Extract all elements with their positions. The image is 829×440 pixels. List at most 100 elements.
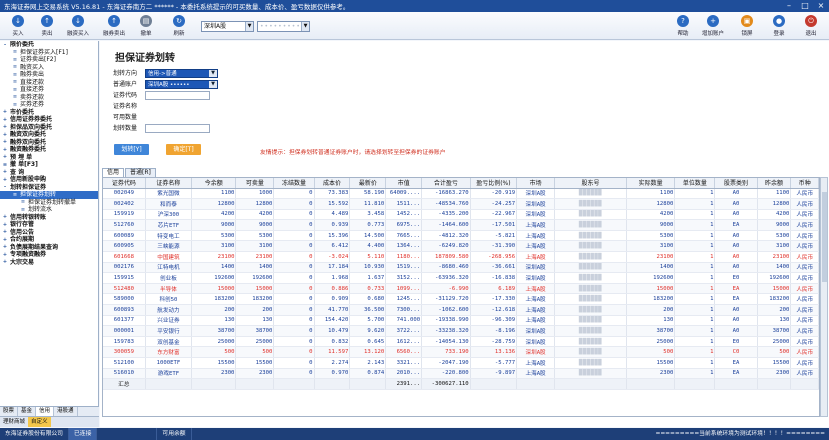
column-header[interactable]: 今余额 — [191, 178, 237, 189]
login-button[interactable]: ● 登录 — [765, 13, 793, 39]
tab-credit[interactable]: 信用 — [36, 407, 55, 416]
lock-screen-button[interactable]: ▣ 锁屏 — [733, 13, 761, 39]
column-header[interactable]: 冻结数量 — [273, 178, 315, 189]
column-header[interactable]: 股票类别 — [714, 178, 758, 189]
table-row[interactable]: 159783 双创基金 25000 25000 0 0.832 0.645 1612... -1… — [103, 336, 819, 348]
sidebar-item[interactable]: + 担保品双向委托 — [0, 124, 98, 132]
tab-hk-connect[interactable]: 港股通 — [54, 407, 78, 416]
table-row[interactable]: 000001 平安银行 38700 38700 0 10.479 9.620 3722... -… — [103, 325, 819, 337]
sidebar-item[interactable]: + 融券双向委托 — [0, 139, 98, 147]
table-row[interactable]: 159915 创业板 192600 192600 0 1.968 1.637 3152... -… — [103, 272, 819, 284]
column-header[interactable]: 盈亏比例(%) — [470, 178, 518, 189]
minimize-icon[interactable]: – — [781, 0, 797, 12]
wealth-mall-link[interactable]: 理财商城 — [0, 417, 28, 427]
column-header[interactable]: 合计盈亏 — [421, 178, 471, 189]
margin-buy-button[interactable]: ↓ 融资买入 — [64, 13, 92, 39]
tab-stocks[interactable]: 股票 — [0, 407, 19, 416]
confirm-button[interactable]: 确定[T] — [166, 144, 201, 155]
table-row[interactable]: 516010 游戏ETF 2300 2300 0 0.970 0.874 2010... -22… — [103, 368, 819, 380]
sidebar-item[interactable]: ≡ 融资买入 — [0, 64, 98, 72]
column-header[interactable]: 币种 — [790, 178, 819, 189]
sidebar-item[interactable]: + 信用新股申购 — [0, 176, 98, 184]
table-row[interactable]: 512100 1000ETF 15500 15500 0 2.274 2.143 3321..… — [103, 357, 819, 369]
sidebar-item[interactable]: + 信用证券券委托 — [0, 116, 98, 124]
table-cell: 25000 — [235, 336, 275, 348]
sidebar-item[interactable]: ≡ 担保证券划转 — [0, 191, 98, 199]
sidebar-item[interactable]: + 银行存管 — [0, 221, 98, 229]
refresh-button[interactable]: ↻ 刷新 — [165, 13, 193, 39]
buy-button[interactable]: ↓ 买入 — [4, 13, 32, 39]
sidebar-item[interactable]: + 融资双向委托 — [0, 131, 98, 139]
table-row[interactable]: 002176 江特电机 1400 1400 0 17.184 10.930 1519... -8… — [103, 262, 819, 274]
sidebar-item[interactable]: ≡ 划转流水 — [0, 206, 98, 214]
column-header[interactable]: 可卖量 — [235, 178, 275, 189]
sidebar-item[interactable]: + 负债展期结果查询 — [0, 244, 98, 252]
table-row[interactable]: 512760 芯片ETF 9000 9000 0 0.939 0.773 6975... -14… — [103, 219, 819, 231]
qty-input[interactable] — [145, 124, 210, 133]
vertical-scrollbar[interactable] — [820, 177, 828, 417]
table-cell: 4.489 — [314, 209, 351, 221]
help-button[interactable]: ? 帮助 — [669, 13, 697, 39]
sell-button[interactable]: ↑ 卖出 — [33, 13, 61, 39]
sidebar-item[interactable]: + 信用转银转账 — [0, 214, 98, 222]
sidebar-item[interactable]: + 大宗交易 — [0, 259, 98, 267]
sidebar-item[interactable]: ≡ 买券还券 — [0, 101, 98, 109]
exit-button[interactable]: ⏻ 退出 — [797, 13, 825, 39]
column-header[interactable]: 实际数量 — [626, 178, 676, 189]
sidebar-item[interactable]: ≡ 撤 单[F3] — [0, 161, 98, 169]
table-row[interactable]: 601377 兴业证券 130 130 0 154.420 5.700 741.000 -193… — [103, 315, 819, 327]
sidebar-item[interactable]: + 市价委托 — [0, 109, 98, 117]
sidebar-item[interactable]: ≡ 担保证券买入[F1] — [0, 49, 98, 57]
table-row[interactable]: 300059 东方财富 500 500 0 11.597 13.120 6560... 733.… — [103, 346, 819, 358]
sidebar-item-label: 融券卖出 — [20, 71, 45, 78]
sidebar-item[interactable]: ≡ 担保证券划转撤单 — [0, 199, 98, 207]
column-header[interactable]: 股东号 — [554, 178, 627, 189]
short-sell-button[interactable]: ↑ 融券卖出 — [100, 13, 128, 39]
column-header[interactable]: 证券代码 — [103, 178, 146, 189]
sidebar-item[interactable]: + 预 埋 单 — [0, 154, 98, 162]
sidebar-item[interactable]: ≡ 卖券还款 — [0, 94, 98, 102]
add-account-button[interactable]: + 增加账户 — [699, 13, 727, 39]
column-header[interactable]: 证券名称 — [145, 178, 193, 189]
table-row[interactable]: 159919 沪深300 4200 4200 0 4.489 3.458 1452... -43… — [103, 209, 819, 221]
scroll-thumb[interactable] — [822, 192, 827, 282]
table-row[interactable]: 600893 航发动力 200 200 0 41.770 36.500 7300... -106… — [103, 304, 819, 316]
tab-funds[interactable]: 基金 — [18, 407, 37, 416]
table-row[interactable]: 002049 紫光国微 1100 1000 0 73.383 58.190 64009....… — [103, 188, 819, 200]
sidebar-item[interactable]: - 划转担保证券 — [0, 184, 98, 192]
sidebar-item[interactable]: ≡ 直接还款 — [0, 79, 98, 87]
sidebar-item[interactable]: + 信用公告 — [0, 229, 98, 237]
sidebar-item[interactable]: - 限价委托 — [0, 41, 98, 49]
code-input[interactable] — [145, 91, 210, 100]
table-row[interactable]: 002402 和而泰 12800 12800 0 15.592 11.810 1511... -… — [103, 198, 819, 210]
sidebar-item[interactable]: ≡ 融券卖出 — [0, 71, 98, 79]
sidebar-item[interactable]: + 融资融券委托 — [0, 146, 98, 154]
sidebar-item[interactable]: + 合约展期 — [0, 236, 98, 244]
cancel-order-button[interactable]: ▤ 撤单 — [132, 13, 160, 39]
close-icon[interactable]: × — [813, 0, 829, 12]
sidebar-item[interactable]: + 专项融资融券 — [0, 251, 98, 259]
table-row[interactable]: 601668 中国建筑 23100 23100 0 -3.024 5.110 1180... 1… — [103, 251, 819, 263]
column-header[interactable]: 最新价 — [349, 178, 387, 189]
maximize-icon[interactable]: □ — [797, 0, 813, 12]
column-header[interactable]: 昨余额 — [757, 178, 792, 189]
table-row[interactable]: 600089 特变电工 5300 5300 0 15.396 14.500 7665... -4… — [103, 230, 819, 242]
column-header[interactable]: 成本价 — [314, 178, 351, 189]
table-row[interactable]: 512480 半导体 15000 15000 0 0.886 0.733 1099... -6.… — [103, 283, 819, 295]
tab-credit-holdings[interactable]: 信用 — [102, 168, 125, 177]
transfer-button[interactable]: 划转[Y] — [114, 144, 149, 155]
table-row[interactable]: 589000 科创50 183200 183200 0 0.909 0.680 1245...… — [103, 293, 819, 306]
sidebar-item[interactable]: ≡ 证券卖出[F2] — [0, 56, 98, 64]
column-header[interactable]: 市场 — [516, 178, 556, 189]
column-header[interactable]: 市值 — [385, 178, 423, 189]
direction-select[interactable]: 信用->普通 ▼ — [145, 69, 218, 78]
account-select-field[interactable]: 深圳A股 •••••• ▼ — [145, 80, 218, 89]
market-select[interactable]: 深圳A股 ▼ — [201, 21, 254, 32]
table-row[interactable]: 600905 三峡能源 3100 3100 0 6.412 4.400 1364... -624… — [103, 240, 819, 253]
column-header[interactable]: 单位数量 — [674, 178, 716, 189]
tab-normal-holdings[interactable]: 普通[R] — [125, 168, 156, 177]
account-select[interactable]: •••••••••• ▼ — [257, 21, 310, 32]
sidebar-item[interactable]: + 查 询 — [0, 169, 98, 177]
custom-link[interactable]: 自定义 — [28, 417, 51, 427]
sidebar-item[interactable]: ≡ 直接还券 — [0, 86, 98, 94]
